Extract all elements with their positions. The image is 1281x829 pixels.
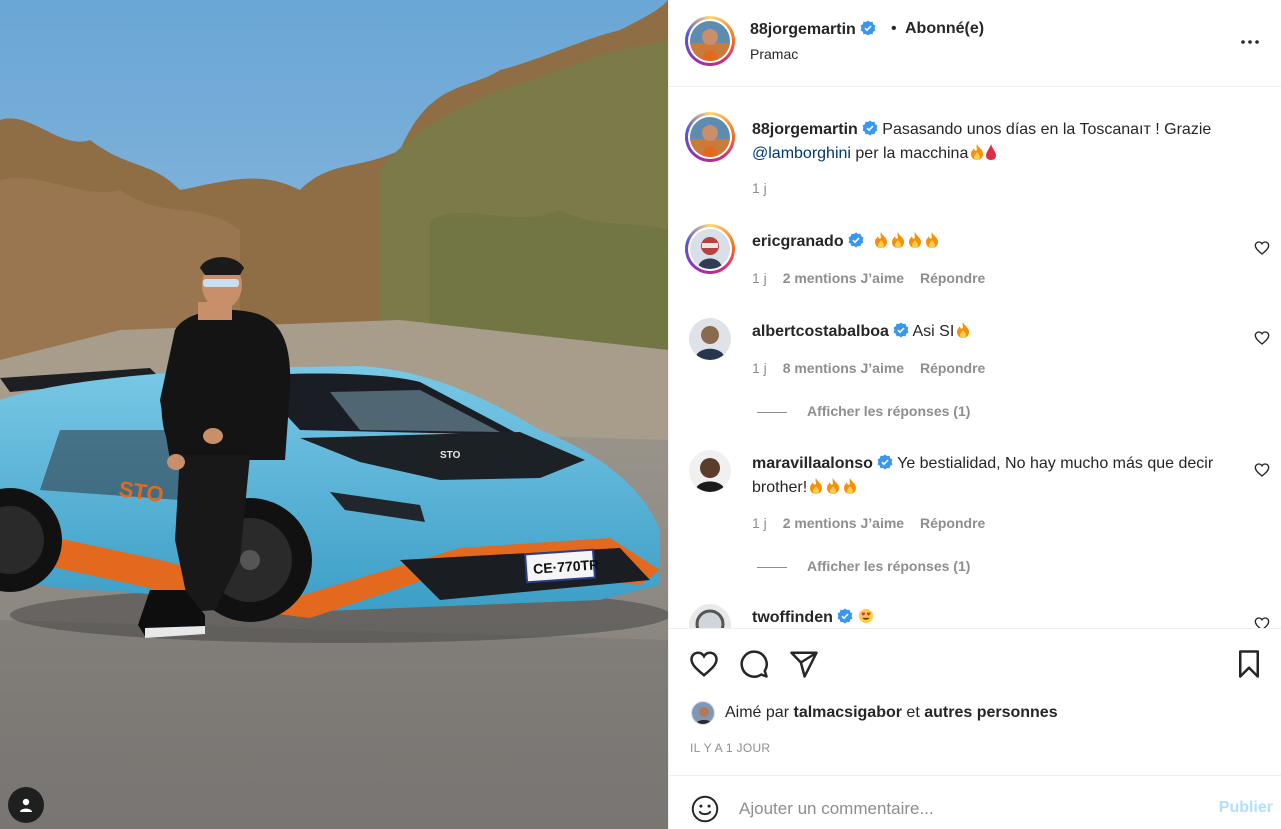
liked-by-prefix: Aimé par: [725, 704, 790, 721]
follow-button[interactable]: Abonné(e): [905, 20, 984, 38]
author-avatar-image: [690, 21, 730, 61]
caption-meta: 1 j: [752, 180, 779, 196]
comment-avatar-image: [689, 604, 731, 628]
author-avatar[interactable]: [685, 16, 735, 66]
comment-input[interactable]: [739, 796, 1179, 822]
comment-meta: 1 j 8 mentions J’aime Répondre: [752, 360, 997, 376]
post-timestamp[interactable]: IL Y A 1 JOUR: [690, 741, 770, 755]
caption-author-avatar[interactable]: [685, 112, 735, 162]
lamborghini-photo: STO STO CE·770TR: [0, 0, 668, 829]
like-comment-heart-icon[interactable]: [1254, 616, 1270, 628]
view-replies-button[interactable]: Afficher les réponses (1): [757, 403, 970, 419]
caption-tail: per la macchina: [855, 145, 969, 162]
author-username[interactable]: 88jorgemartin: [750, 20, 876, 39]
reply-button[interactable]: Répondre: [920, 515, 985, 531]
author-username-text[interactable]: 88jorgemartin: [750, 21, 856, 38]
post-actions: Aimé par talmacsigabor et autres personn…: [669, 628, 1281, 775]
comment-likes[interactable]: 2 mentions J’aime: [783, 270, 904, 286]
comment-text: ericgranado: [752, 230, 1242, 254]
liked-by-summary: Aimé par talmacsigabor et autres personn…: [691, 701, 1058, 725]
comment-likes[interactable]: 2 mentions J’aime: [783, 515, 904, 531]
fire-emoji-icon: [909, 232, 922, 248]
like-comment-heart-icon[interactable]: [1254, 240, 1270, 256]
comment-avatar-image: [689, 450, 731, 492]
car-hood-badge: STO: [440, 450, 461, 461]
tagged-users-button[interactable]: [8, 787, 44, 823]
comments-list[interactable]: 88jorgemartin Pasasando unos días en la …: [669, 88, 1281, 628]
liked-by-others[interactable]: autres personnes: [924, 704, 1057, 722]
separator-dot: •: [891, 20, 897, 37]
more-options-icon[interactable]: [1238, 30, 1262, 54]
comment-text: albertcostabalboa Asi SI: [752, 320, 1242, 344]
comment-meta: 1 j 2 mentions J’aime Répondre: [752, 515, 997, 531]
like-heart-icon[interactable]: [689, 649, 719, 679]
caption-username[interactable]: 88jorgemartin: [752, 121, 858, 138]
fire-emoji-icon: [971, 144, 984, 160]
share-paper-plane-icon[interactable]: [789, 649, 819, 679]
emoji-picker-icon[interactable]: [691, 795, 719, 823]
caption-author-avatar-image: [690, 117, 730, 157]
comment-avatar-image: [690, 229, 730, 269]
fire-emoji-icon: [926, 232, 939, 248]
comment-body: Asi SI: [912, 323, 955, 340]
like-comment-heart-icon[interactable]: [1254, 462, 1270, 478]
post-sidebar: 88jorgemartin • Abonné(e) Pramac 88jorge…: [668, 0, 1281, 829]
caption-mention[interactable]: @lamborghini: [752, 145, 851, 162]
comment-avatar-image: [689, 318, 731, 360]
liked-by-connector: et: [906, 704, 920, 721]
comment-text: twoffinden: [752, 606, 1242, 628]
reply-button[interactable]: Répondre: [920, 360, 985, 376]
comment-time[interactable]: 1 j: [752, 270, 767, 286]
view-replies-label[interactable]: Afficher les réponses (1): [807, 558, 970, 574]
replies-divider: [757, 411, 787, 413]
blood-drop-emoji-icon: [986, 144, 997, 160]
fire-emoji-icon: [844, 478, 857, 494]
comment-likes[interactable]: 8 mentions J’aime: [783, 360, 904, 376]
liker-avatar-image: [692, 702, 714, 724]
fire-emoji-icon: [892, 232, 905, 248]
post-header: 88jorgemartin • Abonné(e) Pramac: [669, 0, 1281, 87]
fire-emoji-icon: [827, 478, 840, 494]
comment-username[interactable]: maravillaalonso: [752, 455, 873, 472]
comment-text: maravillaalonso Ye bestialidad, No hay m…: [752, 452, 1242, 500]
view-replies-button[interactable]: Afficher les réponses (1): [757, 558, 970, 574]
caption-time[interactable]: 1 j: [752, 180, 767, 196]
comment-time[interactable]: 1 j: [752, 360, 767, 376]
fire-emoji-icon: [957, 322, 970, 338]
comment-username[interactable]: albertcostabalboa: [752, 323, 889, 340]
user-icon: [20, 798, 32, 812]
comment-avatar[interactable]: [689, 318, 731, 360]
caption-body: Pasasando unos días en la Toscanaıт ! Gr…: [882, 121, 1212, 138]
reply-button[interactable]: Répondre: [920, 270, 985, 286]
like-comment-heart-icon[interactable]: [1254, 330, 1270, 346]
comment-avatar[interactable]: [689, 604, 731, 628]
post-location[interactable]: Pramac: [750, 46, 798, 62]
liked-by-user[interactable]: talmacsigabor: [793, 704, 901, 722]
comment-avatar[interactable]: [685, 224, 735, 274]
verified-badge-icon: [862, 120, 878, 136]
comment-avatar[interactable]: [689, 450, 731, 492]
liker-avatar[interactable]: [691, 701, 715, 725]
fire-emoji-icon: [875, 232, 888, 248]
heart-eyes-emoji-icon: [859, 608, 874, 624]
verified-badge-icon: [837, 608, 853, 624]
fire-emoji-icon: [810, 478, 823, 494]
comment-meta: 1 j 2 mentions J’aime Répondre: [752, 270, 997, 286]
verified-badge-icon: [860, 20, 876, 36]
comment-username[interactable]: twoffinden: [752, 609, 833, 626]
verified-badge-icon: [893, 322, 909, 338]
comment-bubble-icon[interactable]: [739, 649, 769, 679]
comment-username[interactable]: ericgranado: [752, 233, 844, 250]
verified-badge-icon: [848, 232, 863, 248]
save-bookmark-icon[interactable]: [1234, 649, 1264, 679]
verified-badge-icon: [877, 454, 893, 470]
view-replies-label[interactable]: Afficher les réponses (1): [807, 403, 970, 419]
publish-button[interactable]: Publier: [1219, 799, 1273, 817]
caption-text: 88jorgemartin Pasasando unos días en la …: [752, 118, 1242, 166]
add-comment-bar: Publier: [669, 775, 1281, 829]
post-photo[interactable]: STO STO CE·770TR: [0, 0, 668, 829]
comment-time[interactable]: 1 j: [752, 515, 767, 531]
replies-divider: [757, 566, 787, 568]
